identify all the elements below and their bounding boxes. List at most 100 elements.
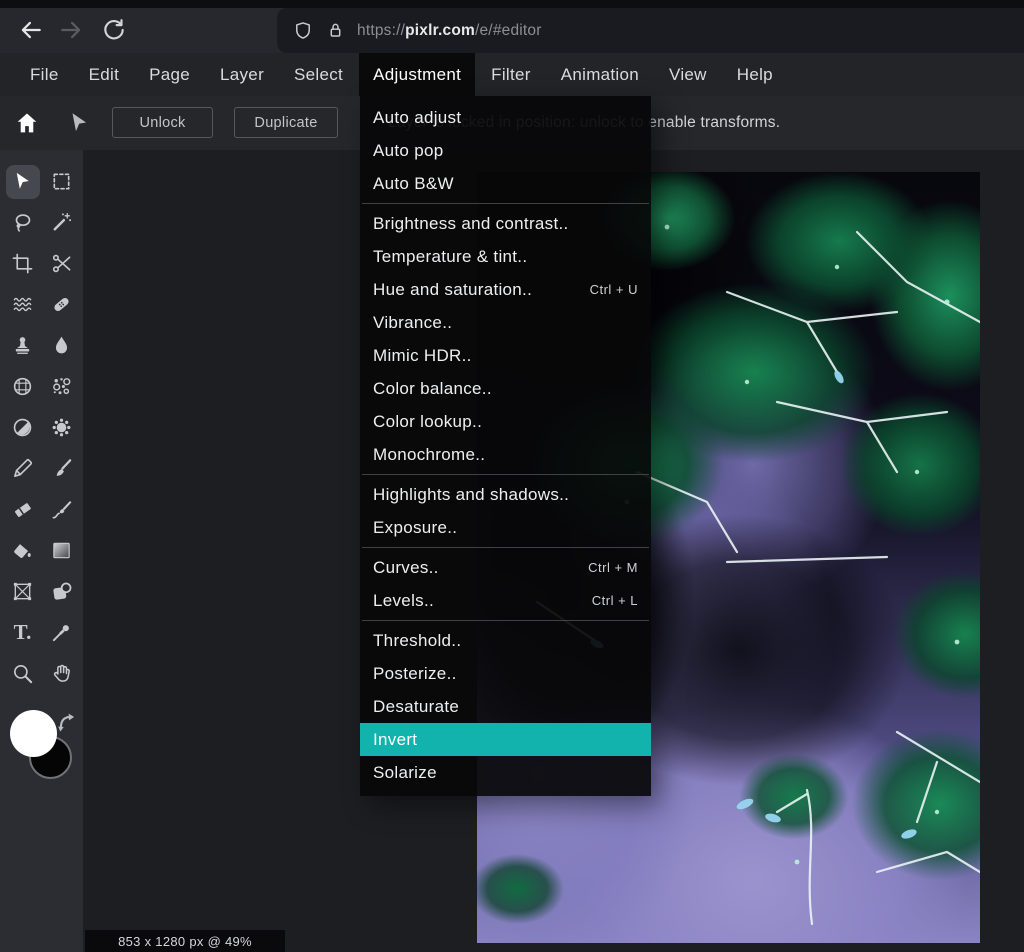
forward-arrow-icon [58, 17, 84, 43]
foreground-color-swatch[interactable] [10, 710, 57, 757]
menu-adjustment[interactable]: Adjustment [359, 53, 475, 96]
cursor-icon [66, 110, 92, 136]
pointer-tool-indicator[interactable] [66, 110, 92, 136]
hand-tool[interactable] [45, 657, 79, 691]
bandage-icon [50, 293, 73, 316]
menu-item-mimic-hdr[interactable]: Mimic HDR.. [360, 339, 651, 372]
pixelate-tool[interactable] [6, 370, 40, 404]
wand-icon [50, 211, 73, 234]
menu-item-hue-saturation[interactable]: Hue and saturation..Ctrl + U [360, 273, 651, 306]
menu-separator [362, 547, 649, 548]
pen-icon [11, 457, 34, 480]
address-bar[interactable]: https://pixlr.com/e/#editor [277, 8, 1024, 53]
liquify-icon [11, 293, 34, 316]
menu-item-posterize[interactable]: Posterize.. [360, 657, 651, 690]
unlock-button[interactable]: Unlock [112, 107, 213, 138]
bokeh-dots-icon [50, 375, 73, 398]
pen-tool[interactable] [6, 452, 40, 486]
stamp-icon [11, 334, 34, 357]
menu-help[interactable]: Help [723, 53, 787, 96]
cursor-icon [11, 170, 34, 193]
scissors-tool[interactable] [45, 247, 79, 281]
marquee-tool[interactable] [45, 165, 79, 199]
eraser-tool[interactable] [6, 493, 40, 527]
gradient-tool[interactable] [45, 534, 79, 568]
shortcut-label: Ctrl + U [590, 282, 638, 297]
gradient-icon [50, 539, 73, 562]
fill-tool[interactable] [6, 534, 40, 568]
shape-tool[interactable] [45, 575, 79, 609]
zoom-tool[interactable] [6, 657, 40, 691]
menu-item-curves[interactable]: Curves..Ctrl + M [360, 551, 651, 584]
gear-sun-icon [50, 416, 73, 439]
menu-item-exposure[interactable]: Exposure.. [360, 511, 651, 544]
lasso-icon [11, 211, 34, 234]
menu-edit[interactable]: Edit [75, 53, 134, 96]
home-icon [14, 110, 40, 136]
shield-icon [292, 20, 314, 42]
menu-item-desaturate[interactable]: Desaturate [360, 690, 651, 723]
color-picker-tool[interactable] [45, 616, 79, 650]
menu-item-auto-bw[interactable]: Auto B&W [360, 167, 651, 200]
window-top-strip [0, 0, 1024, 8]
curve-brush-icon [50, 498, 73, 521]
menu-file[interactable]: File [16, 53, 73, 96]
browser-bar: https://pixlr.com/e/#editor [0, 0, 1024, 53]
heal-tool[interactable] [45, 288, 79, 322]
menu-layer[interactable]: Layer [206, 53, 278, 96]
menu-view[interactable]: View [655, 53, 721, 96]
text-tool-icon: T. [14, 622, 32, 643]
menu-filter[interactable]: Filter [477, 53, 545, 96]
menu-item-temperature-tint[interactable]: Temperature & tint.. [360, 240, 651, 273]
tool-grid: T. [3, 161, 81, 694]
menu-item-highlights-shadows[interactable]: Highlights and shadows.. [360, 478, 651, 511]
menu-animation[interactable]: Animation [547, 53, 653, 96]
ink-tool[interactable] [45, 493, 79, 527]
liquify-tool[interactable] [6, 288, 40, 322]
eyedropper-icon [50, 621, 73, 644]
lasso-tool[interactable] [6, 206, 40, 240]
clone-stamp-tool[interactable] [6, 329, 40, 363]
drop-tool[interactable] [45, 329, 79, 363]
tool-sidebar: T. [0, 150, 83, 952]
menu-item-invert[interactable]: Invert [360, 723, 651, 756]
scissors-icon [50, 252, 73, 275]
duplicate-button[interactable]: Duplicate [234, 107, 338, 138]
menu-item-solarize[interactable]: Solarize [360, 756, 651, 789]
menu-item-auto-adjust[interactable]: Auto adjust [360, 101, 651, 134]
url-text[interactable]: https://pixlr.com/e/#editor [357, 22, 542, 40]
menu-item-threshold[interactable]: Threshold.. [360, 624, 651, 657]
pixelate-icon [11, 375, 34, 398]
dodge-burn-tool[interactable] [6, 411, 40, 445]
menu-item-monochrome[interactable]: Monochrome.. [360, 438, 651, 471]
browser-back-button[interactable] [18, 17, 44, 43]
home-button[interactable] [14, 110, 40, 136]
lock-icon [325, 20, 346, 41]
menu-page[interactable]: Page [135, 53, 204, 96]
wand-tool[interactable] [45, 206, 79, 240]
browser-refresh-button[interactable] [101, 17, 127, 43]
half-circle-icon [11, 416, 34, 439]
menu-item-auto-pop[interactable]: Auto pop [360, 134, 651, 167]
brush-icon [50, 457, 73, 480]
menu-item-brightness-contrast[interactable]: Brightness and contrast.. [360, 207, 651, 240]
bokeh-tool[interactable] [45, 370, 79, 404]
menu-item-levels[interactable]: Levels..Ctrl + L [360, 584, 651, 617]
menu-item-vibrance[interactable]: Vibrance.. [360, 306, 651, 339]
menu-item-color-balance[interactable]: Color balance.. [360, 372, 651, 405]
crop-tool[interactable] [6, 247, 40, 281]
frame-tool[interactable] [6, 575, 40, 609]
menu-item-color-lookup[interactable]: Color lookup.. [360, 405, 651, 438]
frame-icon [11, 580, 34, 603]
menu-select[interactable]: Select [280, 53, 357, 96]
swap-colors-button[interactable] [57, 712, 77, 734]
browser-forward-button[interactable] [58, 17, 84, 43]
text-tool[interactable]: T. [6, 616, 40, 650]
menu-separator [362, 474, 649, 475]
cursor-tool[interactable] [6, 165, 40, 199]
shortcut-label: Ctrl + M [588, 560, 638, 575]
shortcut-label: Ctrl + L [592, 593, 638, 608]
sharpen-tool[interactable] [45, 411, 79, 445]
hand-icon [50, 662, 73, 685]
brush-tool[interactable] [45, 452, 79, 486]
